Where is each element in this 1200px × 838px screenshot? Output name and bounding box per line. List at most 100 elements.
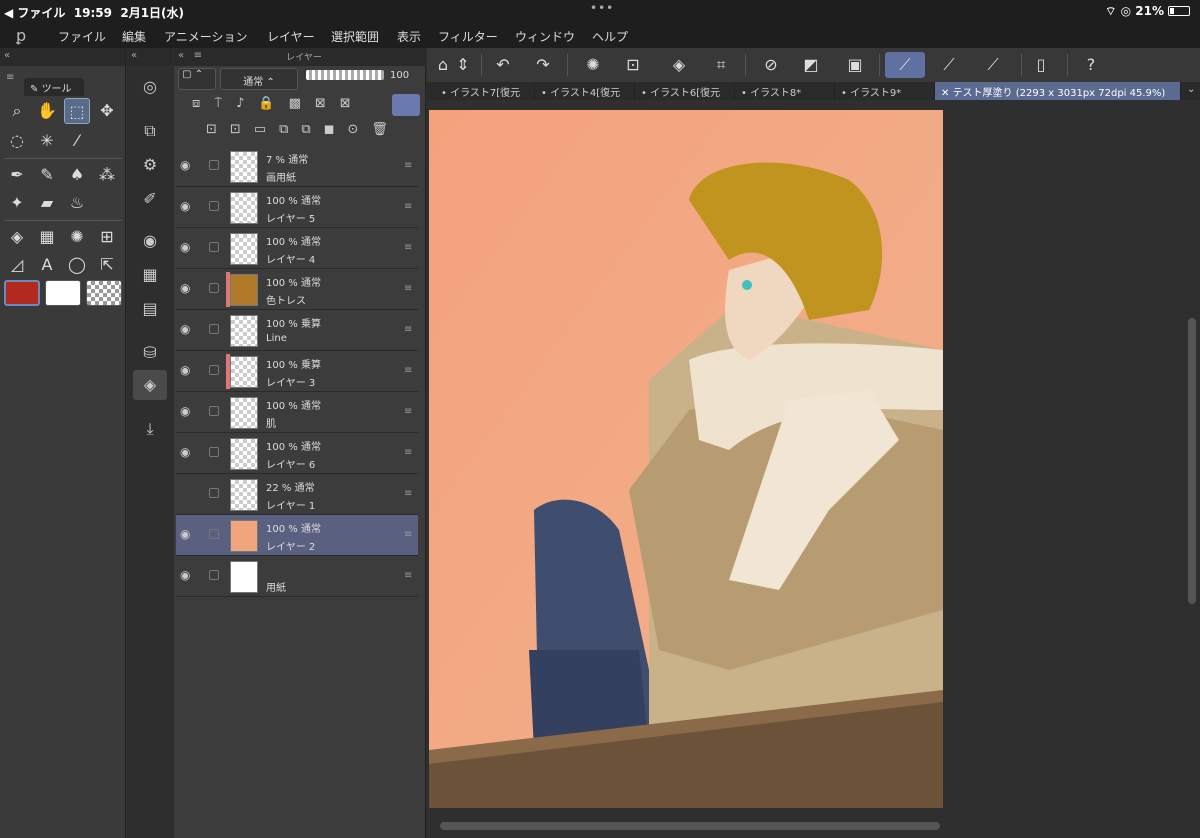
eraser-tool-icon[interactable]: ▰ bbox=[34, 190, 60, 216]
layer-checkbox[interactable] bbox=[209, 324, 219, 334]
figure-tool-icon[interactable]: ✺ bbox=[64, 224, 90, 250]
layer-row[interactable]: ◉ 7 % 通常 画用紙 ≡ bbox=[176, 146, 418, 187]
magic-wand-icon[interactable]: ✳ bbox=[34, 128, 60, 154]
apply-mask-icon[interactable]: ⊙ bbox=[348, 122, 372, 137]
tool-property-icon[interactable]: ⚙ bbox=[133, 150, 167, 180]
menu-window[interactable]: ウィンドウ bbox=[515, 28, 575, 45]
material-icon[interactable]: ⤓ bbox=[133, 414, 167, 444]
ruler-show-icon[interactable]: ⊠ bbox=[340, 96, 365, 111]
mask-create-icon[interactable]: ◼ bbox=[324, 122, 348, 137]
layer-type-select[interactable]: ▢ ⌃ bbox=[178, 68, 216, 90]
opacity-value[interactable]: 100 bbox=[390, 70, 409, 81]
multitask-dots-icon[interactable]: ••• bbox=[590, 1, 614, 15]
horizontal-scrollbar[interactable] bbox=[440, 822, 940, 830]
drag-handle-icon[interactable]: ≡ bbox=[404, 529, 412, 540]
snap-grid-icon[interactable]: ⟋ bbox=[979, 52, 1007, 78]
drag-handle-icon[interactable]: ≡ bbox=[404, 160, 412, 171]
layer-checkbox[interactable] bbox=[209, 488, 219, 498]
layer-row[interactable]: ◉ 100 % 通常 色トレス ≡ bbox=[176, 269, 418, 310]
frame-tool-icon[interactable]: ⊞ bbox=[94, 224, 120, 250]
drag-handle-icon[interactable]: ≡ bbox=[404, 488, 412, 499]
blend-mode-select[interactable]: 通常 ⌃ bbox=[220, 68, 298, 90]
lock-transparency-icon[interactable]: ▩ bbox=[289, 96, 315, 111]
pen-tool-icon[interactable]: ✒ bbox=[4, 162, 30, 188]
operation-tool-icon[interactable]: ⇱ bbox=[94, 252, 120, 278]
lock-icon[interactable]: 🔒 bbox=[258, 96, 288, 111]
drag-handle-icon[interactable]: ≡ bbox=[404, 201, 412, 212]
ruler-tool-icon[interactable]: ◿ bbox=[4, 252, 30, 278]
reference-icon[interactable]: ⍑ bbox=[214, 96, 236, 111]
panel-menu-icon[interactable]: ≡ bbox=[6, 72, 14, 83]
snap-special-icon[interactable]: ⟋ bbox=[935, 52, 963, 78]
visibility-eye-icon[interactable]: ◉ bbox=[180, 527, 190, 541]
transfer-icon[interactable]: ⧉ bbox=[279, 122, 301, 137]
clip-icon[interactable]: ⧈ bbox=[192, 96, 214, 111]
eyedropper-icon[interactable]: ⁄ bbox=[64, 128, 90, 154]
drag-handle-icon[interactable]: ≡ bbox=[404, 406, 412, 417]
clear-icon[interactable]: ⊡ bbox=[619, 52, 647, 78]
layer-row[interactable]: ◉ 100 % 通常 レイヤー 2 ≡ bbox=[176, 515, 418, 556]
visibility-eye-icon[interactable]: ◉ bbox=[180, 404, 190, 418]
hand-tool-icon[interactable]: ✋ bbox=[34, 98, 60, 124]
tab-illust4[interactable]: • イラスト4[復元 bbox=[535, 82, 635, 100]
layer-panel-icon[interactable]: ◈ bbox=[133, 370, 167, 400]
move-tool-icon[interactable]: ✥ bbox=[94, 98, 120, 124]
drag-handle-icon[interactable]: ≡ bbox=[404, 283, 412, 294]
layer-row[interactable]: 22 % 通常 レイヤー 1 ≡ bbox=[176, 474, 418, 515]
navigator-icon[interactable]: ◎ bbox=[133, 72, 167, 102]
visibility-eye-icon[interactable]: ◉ bbox=[180, 199, 190, 213]
layer-checkbox[interactable] bbox=[209, 529, 219, 539]
text-tool-icon[interactable]: A bbox=[34, 252, 60, 278]
smartphone-mode-icon[interactable]: ▯ bbox=[1027, 52, 1055, 78]
tab-active[interactable]: ✕ テスト厚塗り (2293 x 3031px 72dpi 45.9%) bbox=[935, 82, 1181, 100]
balloon-tool-icon[interactable]: ◯ bbox=[64, 252, 90, 278]
canvas-area[interactable] bbox=[427, 100, 1190, 810]
selection-icon[interactable]: ▣ bbox=[841, 52, 869, 78]
layer-row[interactable]: ◉ 100 % 通常肌 ≡ bbox=[176, 392, 418, 433]
layer-checkbox[interactable] bbox=[209, 365, 219, 375]
app-logo-icon[interactable]: ꝑ bbox=[16, 26, 36, 46]
drag-handle-icon[interactable]: ≡ bbox=[404, 365, 412, 376]
layer-row[interactable]: ◉ 100 % 乗算 Line ≡ bbox=[176, 310, 418, 351]
blend-tool-icon[interactable]: ♨ bbox=[64, 190, 90, 216]
main-color-swatch[interactable] bbox=[4, 280, 40, 306]
visibility-eye-icon[interactable]: ◉ bbox=[180, 240, 190, 254]
layer-property-icon[interactable]: ⛁ bbox=[133, 338, 167, 368]
menu-animation[interactable]: アニメーション bbox=[164, 28, 248, 45]
menu-file[interactable]: ファイル bbox=[58, 28, 106, 45]
menu-view[interactable]: 表示 bbox=[397, 28, 421, 45]
tool-tab[interactable]: ✎ ツール bbox=[24, 78, 84, 96]
menu-selection[interactable]: 選択範囲 bbox=[331, 28, 379, 45]
menu-filter[interactable]: フィルター bbox=[438, 28, 498, 45]
visibility-eye-icon[interactable]: ◉ bbox=[180, 568, 190, 582]
pencil-tool-icon[interactable]: ✎ bbox=[34, 162, 60, 188]
layer-row[interactable]: ◉ 100 % 乗算 レイヤー 3 ≡ bbox=[176, 351, 418, 392]
zoom-tool-icon[interactable]: ⌕ bbox=[4, 98, 30, 124]
help-icon[interactable]: ? bbox=[1077, 52, 1105, 78]
menu-layer[interactable]: レイヤー bbox=[267, 28, 315, 45]
canvas-artwork[interactable] bbox=[429, 110, 943, 808]
sub-color-swatch[interactable] bbox=[45, 280, 81, 306]
vertical-scrollbar[interactable] bbox=[1188, 318, 1196, 604]
layer-move-tool-icon[interactable]: ⬚ bbox=[64, 98, 90, 124]
tab-illust9[interactable]: • イラスト9* bbox=[835, 82, 935, 100]
airbrush-icon[interactable]: ⁂ bbox=[94, 162, 120, 188]
new-folder-icon[interactable]: ▭ bbox=[254, 122, 279, 137]
layer-checkbox[interactable] bbox=[209, 242, 219, 252]
iconbar-collapse[interactable]: « bbox=[127, 48, 173, 66]
layer-checkbox[interactable] bbox=[209, 201, 219, 211]
mask-icon[interactable]: ⊠ bbox=[315, 96, 340, 111]
visibility-eye-icon[interactable]: ◉ bbox=[180, 322, 190, 336]
back-to-files[interactable]: ◀ ファイル bbox=[4, 6, 65, 20]
sub-tool-icon[interactable]: ⧉ bbox=[133, 116, 167, 146]
fill-icon[interactable]: ◈ bbox=[665, 52, 693, 78]
drag-handle-icon[interactable]: ≡ bbox=[404, 242, 412, 253]
color-set-icon[interactable]: ▦ bbox=[133, 260, 167, 290]
loading-icon[interactable]: ✺ bbox=[579, 52, 607, 78]
tab-illust6[interactable]: • イラスト6[復元 bbox=[635, 82, 735, 100]
color-wheel-icon[interactable]: ◉ bbox=[133, 226, 167, 256]
panel-collapse[interactable]: « bbox=[0, 48, 125, 66]
redo-icon[interactable]: ↷ bbox=[529, 52, 557, 78]
layer-color-icon[interactable] bbox=[392, 94, 420, 116]
combine-icon[interactable]: ⧉ bbox=[301, 122, 323, 137]
